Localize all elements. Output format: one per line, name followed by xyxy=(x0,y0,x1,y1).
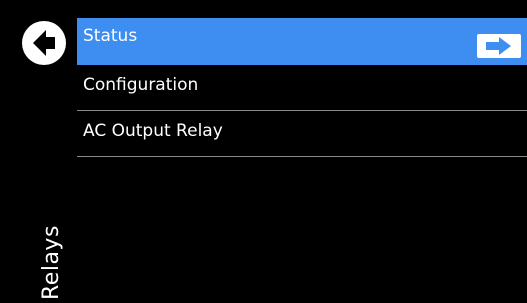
menu-item-label: Configuration xyxy=(83,75,199,95)
screen-title: Relays xyxy=(39,225,64,300)
menu-item-configuration[interactable]: Configuration xyxy=(77,65,527,111)
menu-item-label: Status xyxy=(83,26,138,46)
menu-item-label: AC Output Relay xyxy=(83,121,223,141)
sidebar: Relays xyxy=(0,0,72,303)
open-button[interactable] xyxy=(477,33,521,58)
menu-item-ac-output-relay[interactable]: AC Output Relay xyxy=(77,111,527,157)
back-arrow-circle-icon xyxy=(22,21,66,65)
back-button[interactable] xyxy=(20,19,68,67)
right-arrow-icon xyxy=(477,34,521,58)
menu-list: Status Configuration AC Output Relay xyxy=(77,18,527,157)
menu-item-status[interactable]: Status xyxy=(77,18,527,65)
